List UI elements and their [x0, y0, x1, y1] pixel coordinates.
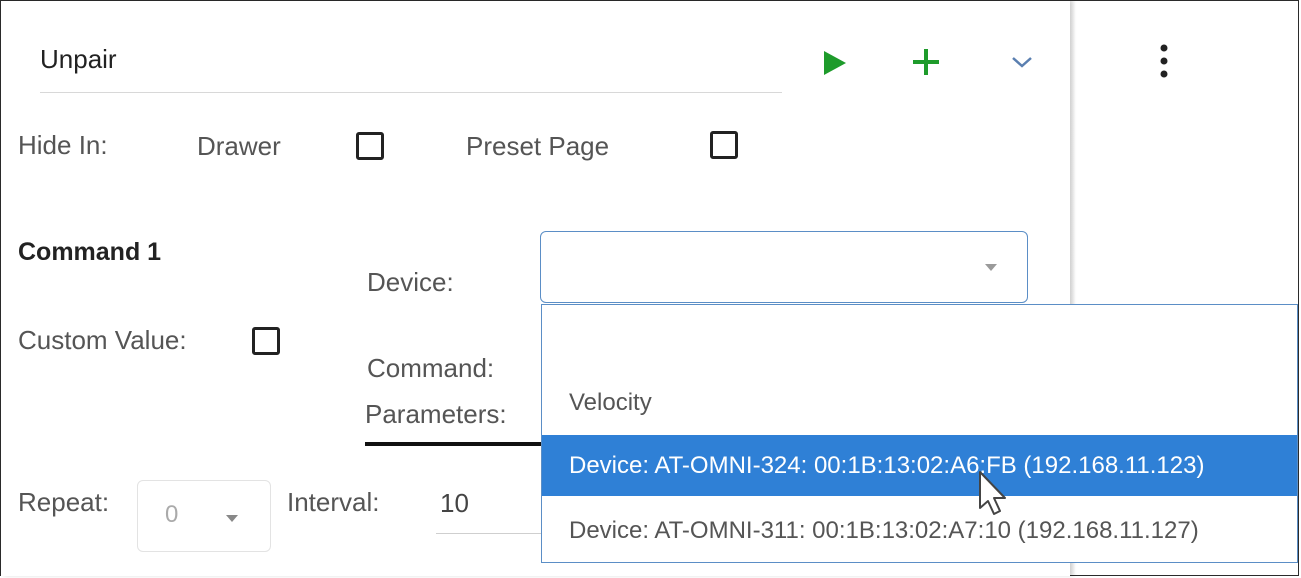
- caret-down-icon: [226, 515, 238, 522]
- chevron-down-icon[interactable]: [1010, 53, 1034, 71]
- hide-in-label: Hide In:: [18, 130, 108, 160]
- device-label: Device:: [367, 267, 454, 297]
- drawer-label: Drawer: [197, 131, 281, 161]
- parameters-label: Parameters:: [365, 399, 507, 429]
- custom-value-label: Custom Value:: [18, 325, 187, 355]
- preset-page-label: Preset Page: [466, 131, 610, 161]
- action-title: Unpair: [40, 44, 117, 74]
- repeat-value: 0: [165, 501, 179, 528]
- interval-underline: [436, 533, 544, 534]
- dropdown-option-selected[interactable]: Device: AT-OMNI-324: 00:1B:13:02:A6:FB (…: [542, 435, 1297, 496]
- drawer-checkbox[interactable]: [356, 132, 384, 160]
- preset-page-checkbox[interactable]: [710, 131, 738, 159]
- device-dropdown-menu: Velocity Device: AT-OMNI-324: 00:1B:13:0…: [541, 304, 1298, 563]
- custom-value-checkbox[interactable]: [252, 327, 280, 355]
- device-select[interactable]: [540, 231, 1028, 303]
- dropdown-group-label: Velocity: [569, 389, 652, 416]
- parameters-underline: [365, 442, 545, 446]
- interval-input[interactable]: 10: [440, 488, 469, 519]
- repeat-select[interactable]: 0: [137, 480, 271, 552]
- command-label: Command:: [367, 353, 495, 383]
- plus-icon[interactable]: [911, 47, 941, 77]
- caret-down-icon: [985, 264, 997, 271]
- title-underline: [40, 92, 782, 93]
- play-icon[interactable]: [822, 49, 848, 77]
- repeat-label: Repeat:: [18, 487, 110, 517]
- more-vertical-icon[interactable]: [1152, 42, 1176, 82]
- command-title: Command 1: [18, 238, 162, 266]
- interval-label: Interval:: [287, 487, 380, 517]
- dropdown-option[interactable]: Device: AT-OMNI-311: 00:1B:13:02:A7:10 (…: [542, 500, 1297, 561]
